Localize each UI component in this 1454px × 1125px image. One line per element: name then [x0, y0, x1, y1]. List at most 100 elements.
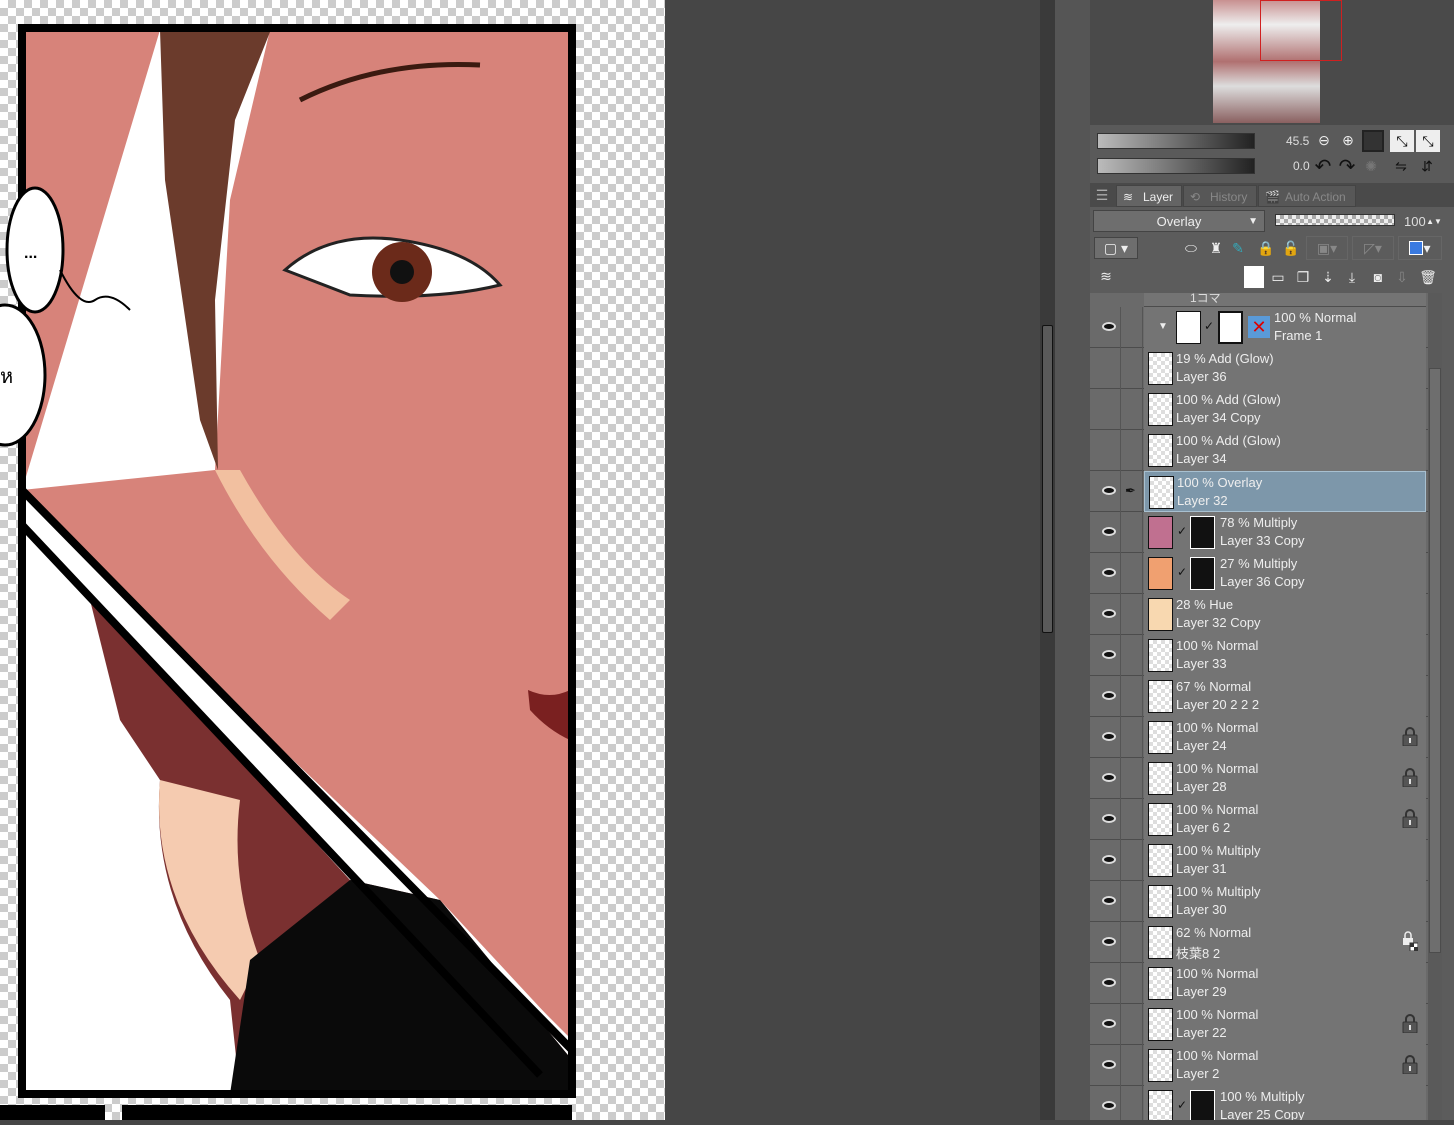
layer-body[interactable]: ✓ 27 % Multiply Layer 36 Copy — [1144, 553, 1426, 594]
opacity-slider[interactable] — [1275, 214, 1395, 226]
layer-body[interactable]: 100 % Normal Layer 33 — [1144, 635, 1426, 676]
layer-scrollbar-thumb[interactable] — [1429, 368, 1441, 953]
layer-list-scrollbar[interactable] — [1428, 293, 1442, 1120]
layer-row[interactable]: 67 % Normal Layer 20 2 2 2 — [1090, 676, 1428, 717]
layer-row[interactable]: ✒ 100 % Overlay Layer 32 — [1090, 471, 1428, 512]
new-raster-layer-icon[interactable] — [1244, 266, 1264, 288]
visibility-toggle[interactable] — [1095, 635, 1121, 676]
layer-row[interactable]: 100 % Normal Layer 2 — [1090, 1045, 1428, 1086]
visibility-toggle[interactable] — [1095, 512, 1121, 553]
create-layer-mask-icon[interactable]: ◙ — [1366, 266, 1390, 288]
new-folder-icon[interactable]: ❐ — [1292, 266, 1314, 288]
visibility-toggle[interactable] — [1095, 1086, 1121, 1120]
fit-icon[interactable] — [1362, 130, 1384, 152]
draft-layer-icon[interactable]: ✎ — [1230, 238, 1246, 258]
reset-rotation-icon[interactable]: ✺ — [1360, 155, 1382, 177]
scrollbar-thumb[interactable] — [1042, 325, 1053, 633]
tab-auto-action[interactable]: 🎬 Auto Action — [1258, 185, 1356, 207]
visibility-toggle[interactable] — [1095, 430, 1121, 471]
layer-body[interactable]: 67 % Normal Layer 20 2 2 2 — [1144, 676, 1426, 717]
fit-to-window-icon[interactable]: ⤡ — [1390, 130, 1414, 152]
layer-row[interactable]: 100 % Normal Layer 28 — [1090, 758, 1428, 799]
layer-body[interactable]: 100 % Normal Layer 28 — [1144, 758, 1426, 799]
visibility-toggle[interactable] — [1095, 676, 1121, 717]
layer-row[interactable]: 100 % Normal Layer 24 — [1090, 717, 1428, 758]
layer-body[interactable]: 100 % Normal Layer 22 — [1144, 1004, 1426, 1045]
visibility-toggle[interactable] — [1095, 348, 1121, 389]
panel-menu-icon[interactable]: ☰ — [1094, 186, 1110, 204]
visibility-toggle[interactable] — [1095, 389, 1121, 430]
layer-body[interactable]: ▼ ✓ ✕ 100 % Normal Frame 1 — [1144, 307, 1426, 348]
opacity-stepper-icon[interactable]: ▲▼ — [1426, 212, 1442, 230]
apply-mask-icon[interactable]: ⇩ — [1392, 266, 1412, 288]
layer-body[interactable]: 100 % Add (Glow) Layer 34 — [1144, 430, 1426, 471]
enable-mask-dropdown[interactable]: ▣▾ — [1306, 236, 1348, 260]
blend-mode-dropdown[interactable]: Overlay ▼ — [1093, 210, 1265, 232]
visibility-toggle[interactable] — [1095, 717, 1121, 758]
layer-row[interactable]: 19 % Add (Glow) Layer 36 — [1090, 348, 1428, 389]
actual-size-icon[interactable]: ⤡ — [1416, 130, 1440, 152]
layer-body[interactable]: 100 % Add (Glow) Layer 34 Copy — [1144, 389, 1426, 430]
canvas-vertical-scrollbar[interactable] — [1040, 0, 1055, 1120]
drawing-canvas[interactable]: ... ห — [0, 0, 665, 1120]
layer-body[interactable]: 62 % Normal 枝葉8 2 — [1144, 922, 1426, 963]
layer-body[interactable]: 100 % Normal Layer 6 2 — [1144, 799, 1426, 840]
layer-row[interactable]: 100 % Multiply Layer 31 — [1090, 840, 1428, 881]
layer-body[interactable]: ✓ 78 % Multiply Layer 33 Copy — [1144, 512, 1426, 553]
layer-row[interactable]: 100 % Normal Layer 22 — [1090, 1004, 1428, 1045]
layer-body[interactable]: ✓ 100 % Multiply Layer 25 Copy — [1144, 1086, 1426, 1120]
lock-layer-icon[interactable]: 🔒 — [1256, 238, 1276, 258]
transfer-to-lower-layer-icon[interactable]: ⇣ — [1318, 266, 1338, 288]
layer-body[interactable]: 100 % Multiply Layer 31 — [1144, 840, 1426, 881]
navigator-preview[interactable] — [1090, 0, 1454, 125]
layer-row[interactable]: 100 % Add (Glow) Layer 34 — [1090, 430, 1428, 471]
visibility-toggle[interactable] — [1095, 799, 1121, 840]
flip-horizontal-icon[interactable]: ⇋ — [1390, 155, 1412, 177]
layer-row[interactable]: 100 % Add (Glow) Layer 34 Copy — [1090, 389, 1428, 430]
combine-to-lower-layer-icon[interactable]: ⤓ — [1342, 266, 1362, 288]
layer-row[interactable]: 62 % Normal 枝葉8 2 — [1090, 922, 1428, 963]
visibility-toggle[interactable] — [1095, 922, 1121, 963]
layer-body[interactable]: 100 % Multiply Layer 30 — [1144, 881, 1426, 922]
rotate-left-icon[interactable]: ↶ — [1312, 155, 1334, 178]
flip-vertical-icon[interactable]: ⇵ — [1416, 155, 1438, 177]
layer-body[interactable]: 28 % Hue Layer 32 Copy — [1144, 594, 1426, 635]
layer-body[interactable]: 100 % Normal Layer 29 — [1144, 963, 1426, 1004]
tab-layer[interactable]: ≋ Layer — [1116, 185, 1182, 207]
ruler-range-dropdown[interactable]: ◸▾ — [1352, 236, 1394, 260]
layer-body[interactable]: 100 % Overlay Layer 32 — [1144, 471, 1426, 512]
reference-layer-icon[interactable]: ♜ — [1206, 238, 1226, 258]
visibility-toggle[interactable] — [1095, 1004, 1121, 1045]
rotate-right-icon[interactable]: ↷ — [1336, 155, 1358, 178]
navigator-viewport-frame[interactable] — [1260, 0, 1342, 61]
layer-row[interactable]: 100 % Normal Layer 33 — [1090, 635, 1428, 676]
clip-to-layer-below-icon[interactable]: ⬭ — [1178, 238, 1204, 258]
tab-history[interactable]: ⟲ History — [1183, 185, 1257, 207]
layer-row[interactable]: 100 % Normal Layer 29 — [1090, 963, 1428, 1004]
visibility-toggle[interactable] — [1095, 840, 1121, 881]
expand-arrow-icon[interactable]: ▼ — [1158, 321, 1168, 332]
layer-row[interactable]: ✓ 100 % Multiply Layer 25 Copy — [1090, 1086, 1428, 1120]
layer-color-dropdown[interactable]: ▢ ▾ — [1094, 237, 1138, 259]
layer-row[interactable]: ✓ 27 % Multiply Layer 36 Copy — [1090, 553, 1428, 594]
layer-body[interactable]: 100 % Normal Layer 24 — [1144, 717, 1426, 758]
zoom-out-icon[interactable]: ⊖ — [1314, 130, 1334, 150]
layer-row[interactable]: 100 % Multiply Layer 30 — [1090, 881, 1428, 922]
rotate-slider[interactable] — [1097, 158, 1255, 174]
zoom-slider[interactable] — [1097, 133, 1255, 149]
partial-folder-row[interactable]: 1コマ — [1144, 293, 1426, 307]
layer-color-swatch-dropdown[interactable]: ▾ — [1398, 236, 1442, 260]
opacity-value[interactable]: 100 — [1404, 214, 1426, 229]
visibility-toggle[interactable] — [1095, 881, 1121, 922]
layer-row[interactable]: 100 % Normal Layer 6 2 — [1090, 799, 1428, 840]
visibility-toggle[interactable] — [1095, 758, 1121, 799]
layer-row[interactable]: ▼ ✓ ✕ 100 % Normal Frame 1 — [1090, 307, 1428, 348]
layer-stack-icon[interactable]: ≋ — [1096, 266, 1116, 286]
visibility-toggle[interactable] — [1095, 963, 1121, 1004]
visibility-toggle[interactable] — [1095, 1045, 1121, 1086]
visibility-toggle[interactable] — [1095, 307, 1121, 348]
new-vector-layer-icon[interactable]: ▭ — [1268, 266, 1288, 288]
lock-transparent-pixels-icon[interactable]: 🔓 — [1280, 238, 1302, 258]
visibility-toggle[interactable] — [1095, 553, 1121, 594]
visibility-toggle[interactable] — [1095, 594, 1121, 635]
